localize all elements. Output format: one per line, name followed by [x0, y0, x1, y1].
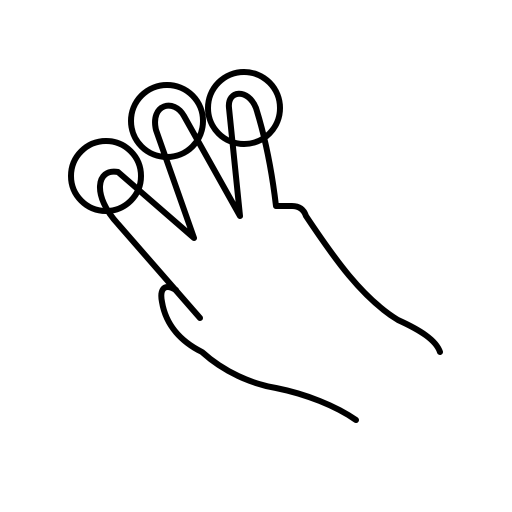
gesture-icon-canvas [0, 0, 512, 512]
touch-ring-middle-icon [128, 82, 206, 160]
three-finger-touch-gesture-icon [68, 69, 443, 423]
touch-ring-right-icon [205, 69, 283, 147]
